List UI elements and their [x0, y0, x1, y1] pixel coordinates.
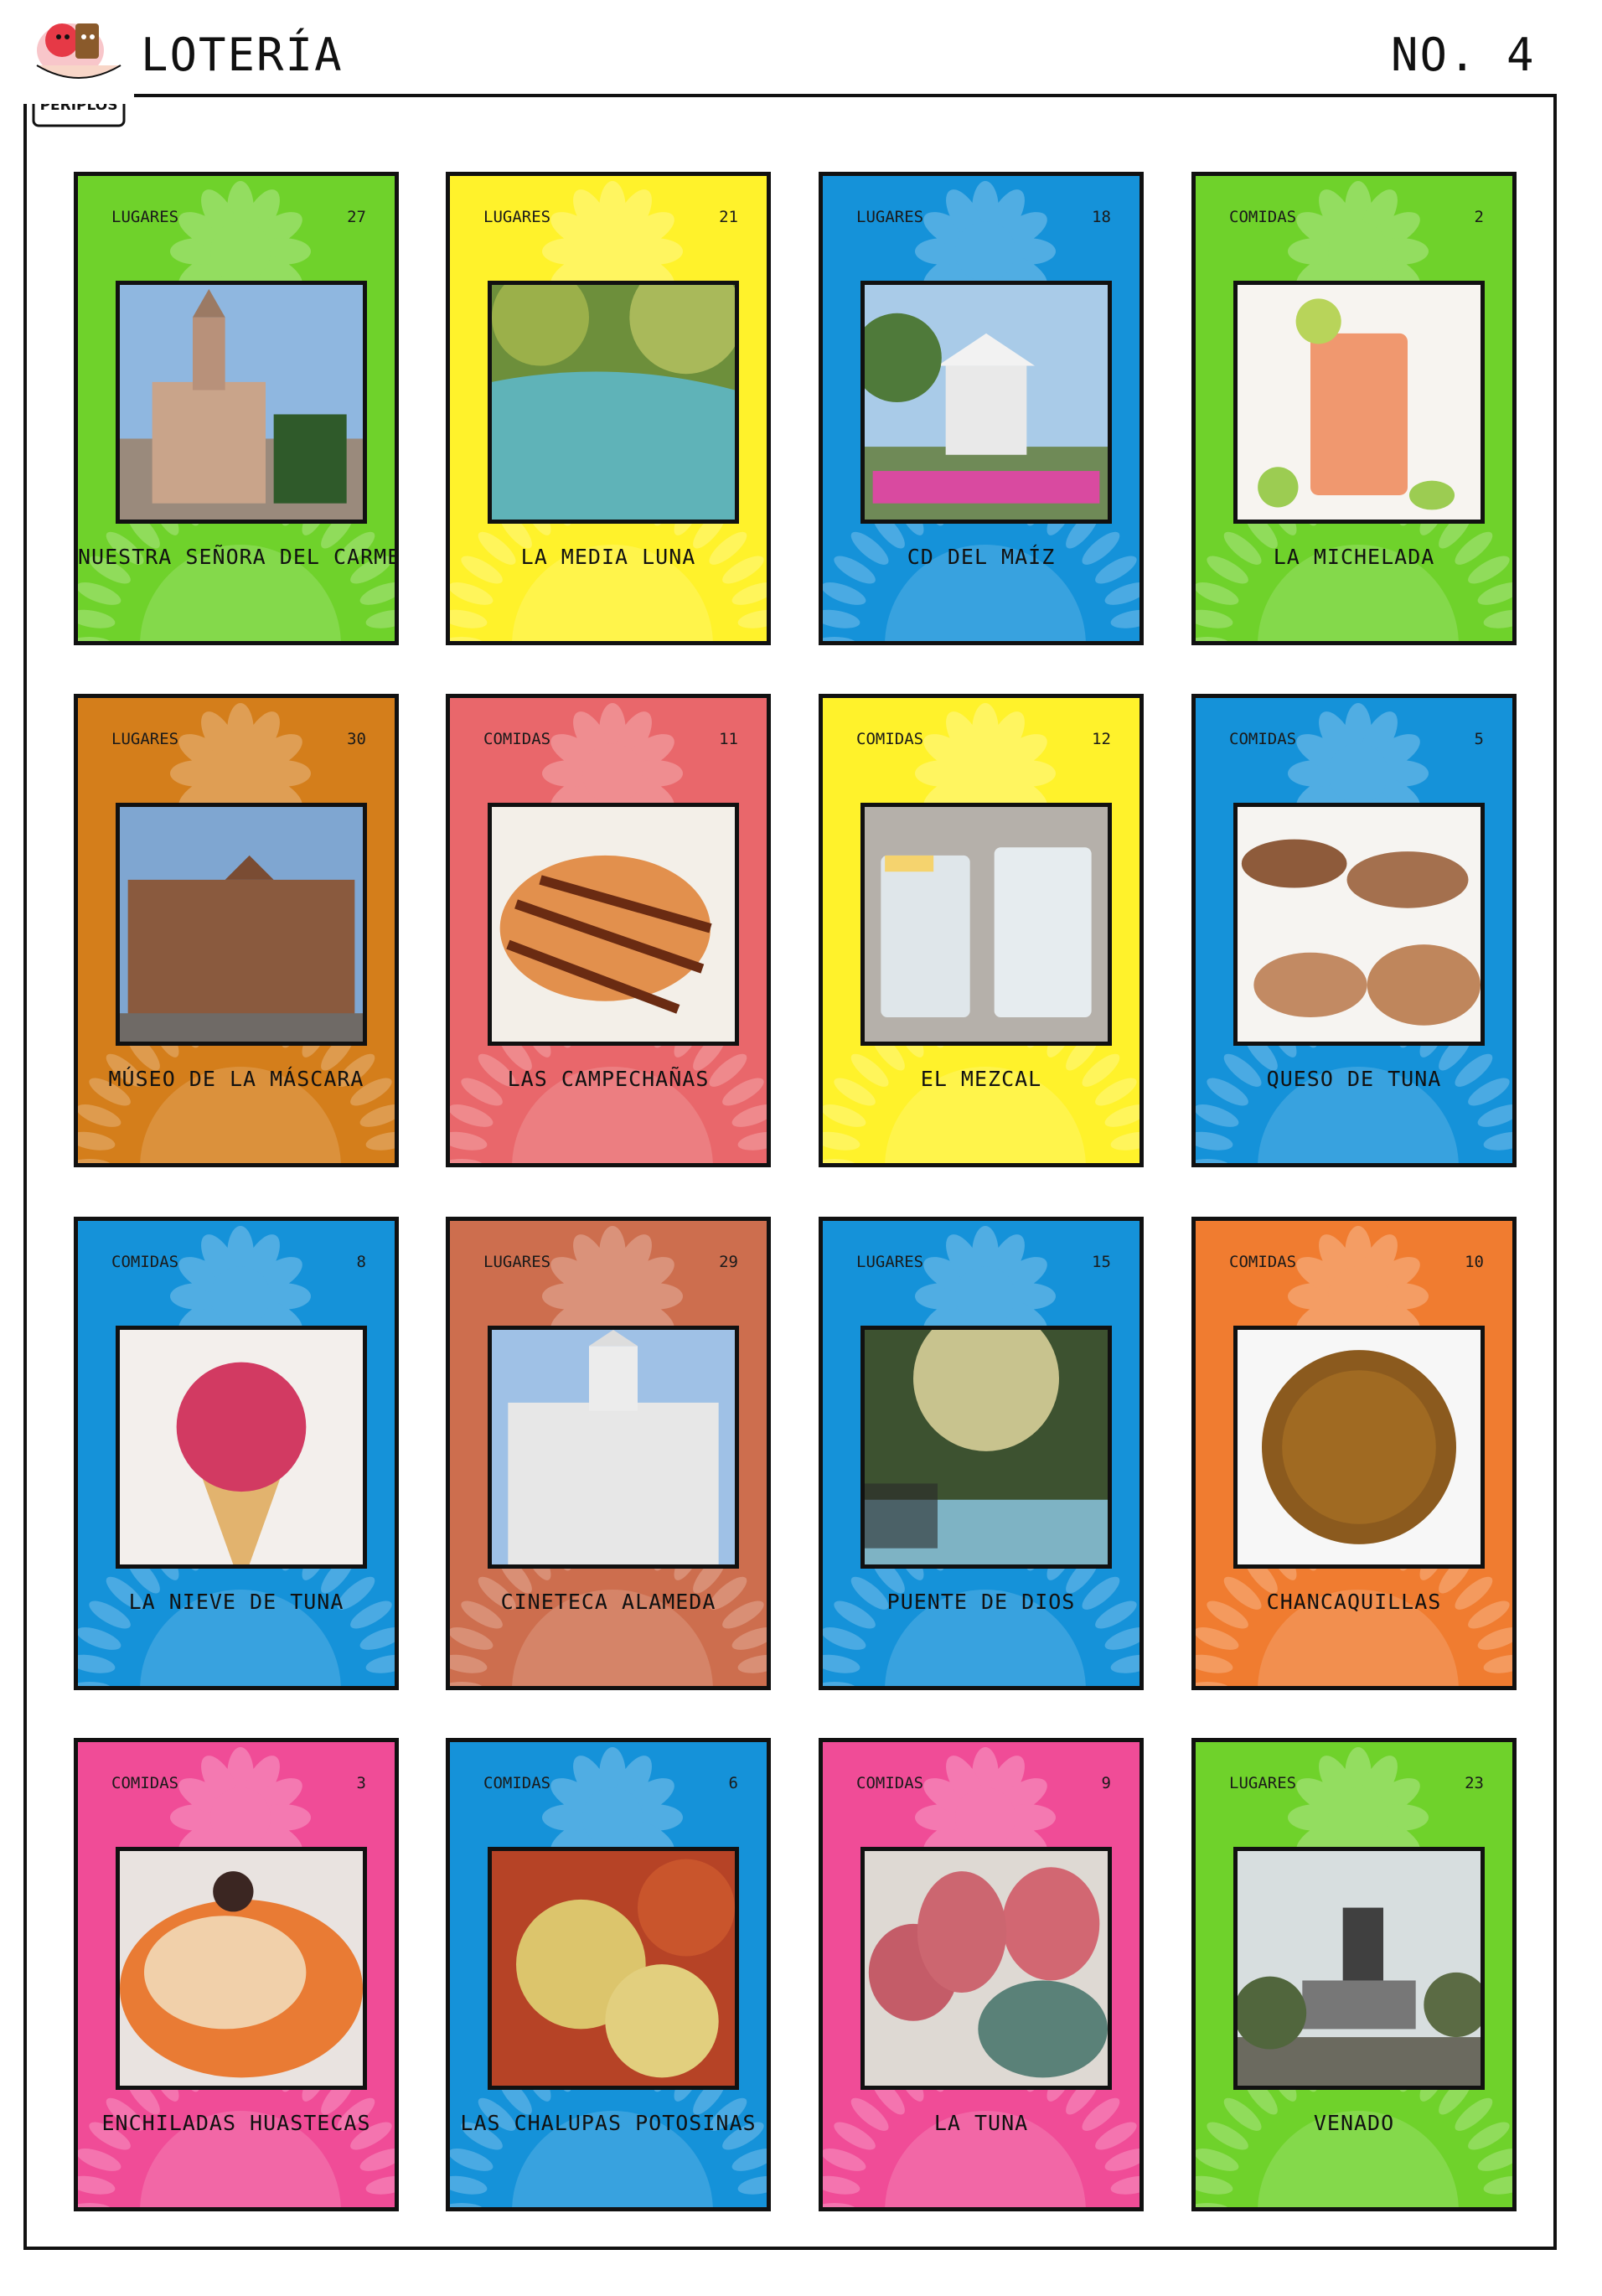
- card-name: MÚSEO DE LA MÁSCARA: [108, 1067, 364, 1091]
- card-name: LA NIEVE DE TUNA: [128, 1590, 344, 1614]
- card-category: LUGARES: [856, 1253, 924, 1271]
- card-name: NUESTRA SEÑORA DEL CARMEN: [78, 545, 399, 569]
- card-category: COMIDAS: [483, 730, 551, 748]
- michelada-image: [1233, 281, 1485, 524]
- card-category: COMIDAS: [111, 1774, 179, 1792]
- card-number: 30: [347, 730, 366, 748]
- card-number: 18: [1092, 208, 1111, 226]
- card-number: 8: [356, 1253, 366, 1271]
- loteria-card: LUGARES 21 LA MEDIA LUNA: [446, 172, 771, 645]
- card-number: 2: [1474, 208, 1484, 226]
- loteria-card: COMIDAS 9 LA TUNA: [819, 1738, 1144, 2211]
- icecream-image: [116, 1326, 367, 1569]
- pastry-image: [488, 803, 739, 1046]
- page-title: LOTERÍA: [141, 28, 344, 81]
- card-name: LAS CAMPECHAÑAS: [507, 1067, 710, 1091]
- card-number: 10: [1465, 1253, 1484, 1271]
- queso-image: [1233, 803, 1485, 1046]
- card-number: 3: [356, 1774, 366, 1792]
- card-number: 6: [728, 1774, 738, 1792]
- chancaquilla-image: [1233, 1326, 1485, 1569]
- loteria-card: COMIDAS 12 EL MEZCAL: [819, 694, 1144, 1167]
- card-category: COMIDAS: [856, 1774, 924, 1792]
- card-category: LUGARES: [1229, 1774, 1297, 1792]
- card-name: QUESO DE TUNA: [1266, 1067, 1442, 1091]
- card-name: EL MEZCAL: [920, 1067, 1042, 1091]
- card-name: PUENTE DE DIOS: [886, 1590, 1076, 1614]
- loteria-card: LUGARES 18 CD DEL MAÍZ: [819, 172, 1144, 645]
- card-category: LUGARES: [483, 1253, 551, 1271]
- card-name: VENADO: [1313, 2111, 1395, 2135]
- card-number: 29: [719, 1253, 738, 1271]
- cave-image: [860, 1326, 1112, 1569]
- loteria-card: COMIDAS 6 LAS CHALUPAS POTOSINAS: [446, 1738, 771, 2211]
- card-number: 5: [1474, 730, 1484, 748]
- card-category: LUGARES: [111, 208, 179, 226]
- loteria-card: LUGARES 27 NUESTRA SEÑORA DEL CARMEN: [74, 172, 399, 645]
- loteria-card: COMIDAS 10 CHANCAQUILLAS: [1191, 1217, 1517, 1690]
- mezcal-image: [860, 803, 1112, 1046]
- card-number: 12: [1092, 730, 1111, 748]
- tuna-image: [860, 1847, 1112, 2090]
- card-category: COMIDAS: [111, 1253, 179, 1271]
- loteria-card: COMIDAS 2 LA MICHELADA: [1191, 172, 1517, 645]
- card-number: 21: [719, 208, 738, 226]
- loteria-card: COMIDAS 8 LA NIEVE DE TUNA: [74, 1217, 399, 1690]
- loteria-card: LUGARES 29 CINETECA ALAMEDA: [446, 1217, 771, 1690]
- loteria-card: LUGARES 15 PUENTE DE DIOS: [819, 1217, 1144, 1690]
- board-number: NO. 4: [1391, 28, 1536, 81]
- card-name: ENCHILADAS HUASTECAS: [101, 2111, 371, 2135]
- card-category: LUGARES: [483, 208, 551, 226]
- loteria-card: LUGARES 23 VENADO: [1191, 1738, 1517, 2211]
- card-name: CHANCAQUILLAS: [1266, 1590, 1442, 1614]
- deer-statue-image: [1233, 1847, 1485, 2090]
- river-image: [488, 281, 739, 524]
- card-name: LA MICHELADA: [1273, 545, 1435, 569]
- card-number: 11: [719, 730, 738, 748]
- card-name: LA MEDIA LUNA: [520, 545, 696, 569]
- card-name: CINETECA ALAMEDA: [500, 1590, 716, 1614]
- loteria-card: COMIDAS 11 LAS CAMPECHAÑAS: [446, 694, 771, 1167]
- card-category: COMIDAS: [1229, 1253, 1297, 1271]
- kiosk-image: [860, 281, 1112, 524]
- card-number: 23: [1465, 1774, 1484, 1792]
- card-number: 27: [347, 208, 366, 226]
- card-category: LUGARES: [111, 730, 179, 748]
- card-category: LUGARES: [856, 208, 924, 226]
- cineteca-image: [488, 1326, 739, 1569]
- church-image: [116, 281, 367, 524]
- card-category: COMIDAS: [856, 730, 924, 748]
- card-category: COMIDAS: [483, 1774, 551, 1792]
- card-name: CD DEL MAÍZ: [907, 545, 1056, 569]
- card-number: 9: [1101, 1774, 1111, 1792]
- frame-gap: [17, 84, 134, 104]
- museum-image: [116, 803, 367, 1046]
- card-category: COMIDAS: [1229, 730, 1297, 748]
- loteria-card: LUGARES 30 MÚSEO DE LA MÁSCARA: [74, 694, 399, 1167]
- chalupas-image: [488, 1847, 739, 2090]
- loteria-card: COMIDAS 5 QUESO DE TUNA: [1191, 694, 1517, 1167]
- card-number: 15: [1092, 1253, 1111, 1271]
- card-category: COMIDAS: [1229, 208, 1297, 226]
- loteria-card: COMIDAS 3 ENCHILADAS HUASTECAS: [74, 1738, 399, 2211]
- card-name: LAS CHALUPAS POTOSINAS: [460, 2111, 757, 2135]
- enchiladas-image: [116, 1847, 367, 2090]
- card-name: LA TUNA: [933, 2111, 1029, 2135]
